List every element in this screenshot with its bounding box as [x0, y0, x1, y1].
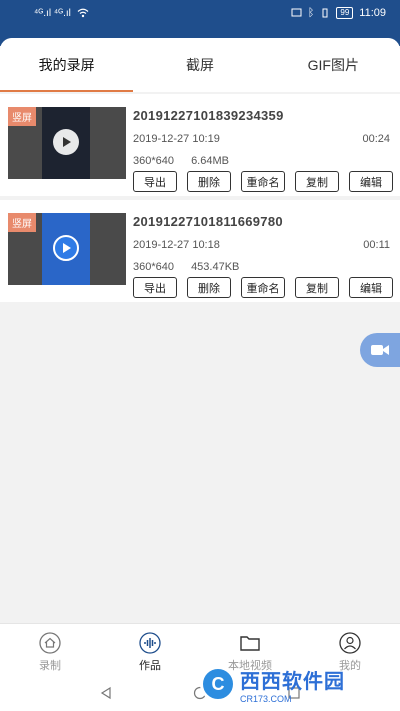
edit-button[interactable]: 编辑	[349, 277, 393, 298]
recording-actions: 导出 删除 重命名 复制 编辑	[133, 171, 393, 192]
delete-button[interactable]: 删除	[187, 277, 231, 298]
bluetooth-icon: ᛒ	[307, 7, 315, 19]
export-button[interactable]: 导出	[133, 171, 177, 192]
recording-size: 6.64MB	[191, 155, 229, 167]
clock: 11:09	[359, 7, 386, 19]
video-thumbnail[interactable]: 竖屏	[8, 107, 126, 179]
recording-actions: 导出 删除 重命名 复制 编辑	[133, 277, 393, 298]
edit-button[interactable]: 编辑	[349, 171, 393, 192]
folder-icon	[240, 636, 260, 651]
cast-icon	[291, 8, 302, 17]
nav-item-record[interactable]: 录制	[0, 624, 100, 675]
status-bar: ⁴ᴳ.ıl ⁴ᴳ.ıl ᛒ 99 11:09	[0, 0, 400, 26]
recording-meta: 360*640 453.47KB	[133, 261, 253, 273]
signal-icon: ⁴ᴳ.ıl ⁴ᴳ.ıl	[34, 7, 71, 19]
floating-record-button[interactable]	[360, 333, 400, 367]
main-sheet: 我的录屏 截屏 GIF图片 竖屏 20191227101839234359 20…	[0, 38, 400, 623]
rename-button[interactable]: 重命名	[241, 277, 285, 298]
home-icon	[39, 632, 61, 654]
recording-resolution: 360*640	[133, 261, 174, 273]
recording-card[interactable]: 竖屏 20191227101839234359 2019-12-27 10:19…	[0, 94, 400, 196]
recording-duration: 00:11	[363, 239, 390, 251]
recording-date: 2019-12-27 10:19	[133, 133, 220, 145]
recording-meta: 360*640 6.64MB	[133, 155, 243, 167]
delete-button[interactable]: 删除	[187, 171, 231, 192]
nav-item-works[interactable]: 作品	[100, 624, 200, 675]
vibrate-icon	[322, 8, 328, 18]
active-tab-indicator	[0, 90, 133, 92]
recording-card[interactable]: 竖屏 20191227101811669780 2019-12-27 10:18…	[0, 200, 400, 302]
watermark-text: 西西软件园 CR173.COM	[240, 665, 345, 704]
recording-duration: 00:24	[362, 133, 390, 145]
orientation-badge: 竖屏	[8, 107, 36, 126]
tab-screenshots[interactable]: 截屏	[133, 38, 266, 92]
nav-label: 录制	[39, 660, 61, 672]
tab-gif[interactable]: GIF图片	[267, 38, 400, 92]
play-icon[interactable]	[53, 235, 79, 261]
video-thumbnail[interactable]: 竖屏	[8, 213, 126, 285]
play-icon[interactable]	[53, 129, 79, 155]
copy-button[interactable]: 复制	[295, 171, 339, 192]
recording-title: 20191227101839234359	[133, 108, 284, 123]
recording-resolution: 360*640	[133, 155, 174, 167]
watermark-logo: C	[200, 666, 236, 702]
tab-bar: 我的录屏 截屏 GIF图片	[0, 38, 400, 92]
tab-my-recordings[interactable]: 我的录屏	[0, 38, 133, 92]
back-icon[interactable]	[99, 686, 113, 700]
recording-title: 20191227101811669780	[133, 214, 283, 229]
rename-button[interactable]: 重命名	[241, 171, 285, 192]
watermark-sub-text: CR173.COM	[240, 693, 292, 704]
nav-label: 作品	[139, 660, 161, 672]
recording-date: 2019-12-27 10:18	[133, 239, 220, 251]
copy-button[interactable]: 复制	[295, 277, 339, 298]
video-camera-icon	[371, 345, 389, 355]
export-button[interactable]: 导出	[133, 277, 177, 298]
battery-indicator: 99	[336, 7, 354, 19]
user-icon	[339, 632, 361, 654]
wifi-icon	[77, 8, 89, 18]
waveform-icon	[139, 632, 161, 654]
watermark: C 西西软件园 CR173.COM	[200, 664, 390, 704]
recording-size: 453.47KB	[191, 261, 240, 273]
watermark-main-text: 西西软件园	[240, 670, 345, 693]
orientation-badge: 竖屏	[8, 213, 36, 232]
